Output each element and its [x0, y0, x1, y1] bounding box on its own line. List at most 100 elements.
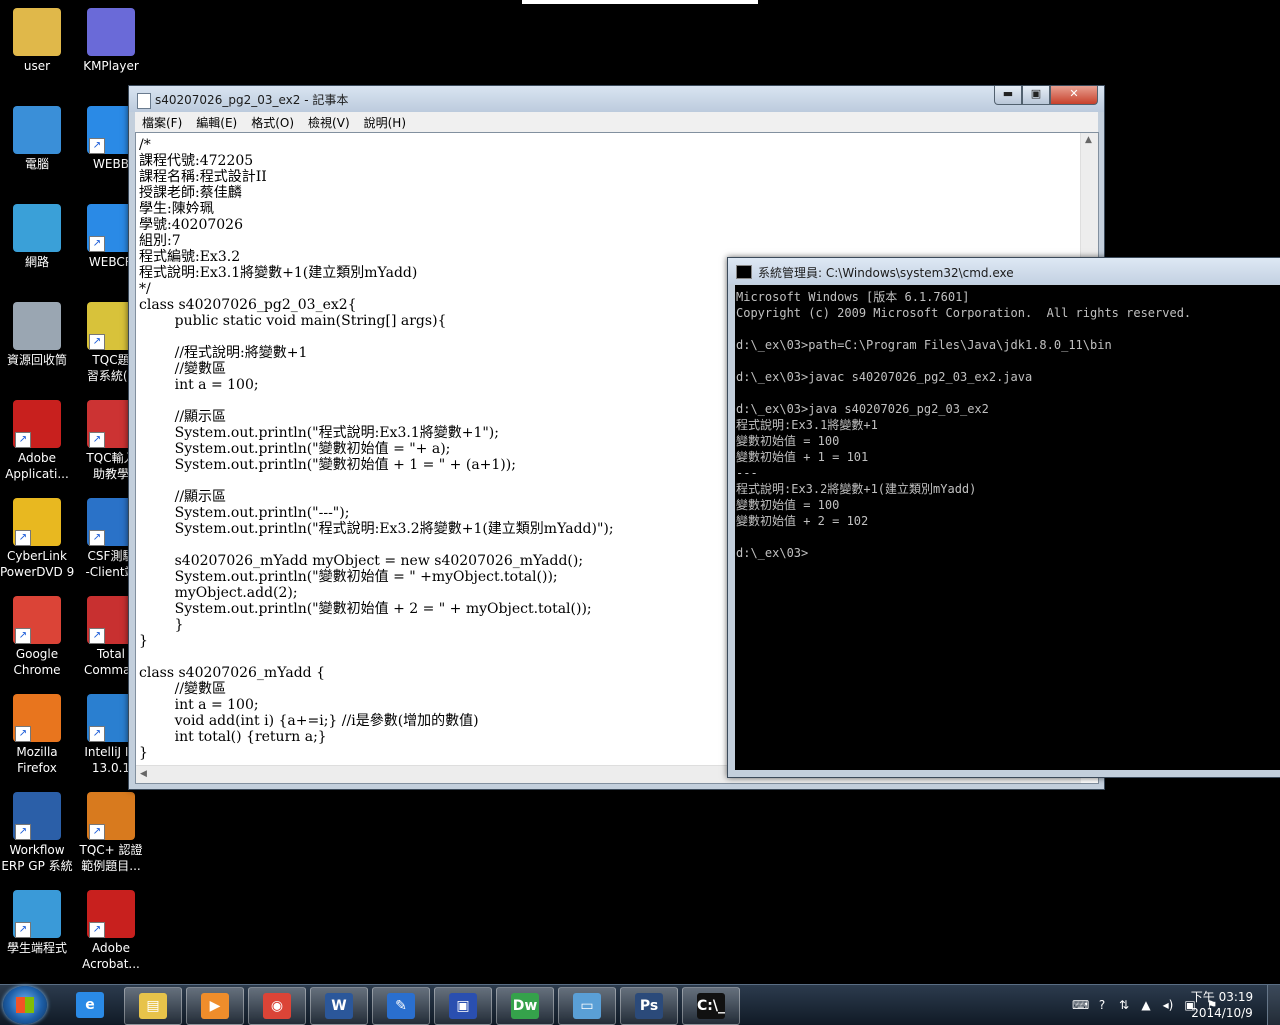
scroll-left-icon[interactable]: ◀: [140, 769, 147, 779]
student-client-icon: ↗: [13, 890, 61, 938]
shortcut-arrow-icon: ↗: [15, 628, 31, 644]
cmd-title: 系統管理員: C:\Windows\system32\cmd.exe: [758, 266, 1014, 280]
minimize-button[interactable]: ▬: [994, 86, 1022, 105]
photoshop-icon: Ps: [635, 993, 663, 1019]
taskbar-notepad-button[interactable]: ▭: [558, 987, 616, 1025]
desktop-icon-Mozilla[interactable]: ↗ Mozilla Firefox: [0, 694, 74, 776]
shortcut-arrow-icon: ↗: [15, 922, 31, 938]
menu-help[interactable]: 說明(H): [357, 114, 413, 131]
desktop-icon-label: 資源回收筒: [6, 353, 67, 367]
desktop-icon-label: 網路: [24, 255, 49, 269]
desktop-icon-label: 電腦: [24, 157, 49, 171]
desktop-icon-KMPlayer[interactable]: KMPlayer: [74, 8, 148, 74]
desktop-icon-user[interactable]: user: [0, 8, 74, 74]
taskbar-media-player-button[interactable]: ▶: [186, 987, 244, 1025]
close-button[interactable]: ✕: [1050, 86, 1098, 105]
scroll-up-icon[interactable]: ▲: [1085, 135, 1092, 145]
desktop-icon-label: Mozilla Firefox: [16, 745, 58, 775]
desktop-icon-label: user: [23, 59, 51, 73]
shortcut-arrow-icon: ↗: [89, 824, 105, 840]
desktop-icon-label: Adobe Applicati...: [5, 451, 69, 481]
taskbar-ie-button[interactable]: e: [62, 987, 118, 1023]
shortcut-arrow-icon: ↗: [15, 432, 31, 448]
chrome-icon: ◉: [263, 993, 291, 1019]
taskbar-save-tool-button[interactable]: ▣: [434, 987, 492, 1025]
desktop-icon-label: TQC+ 認證 範例題目...: [79, 843, 143, 873]
explorer-icon: ▤: [139, 993, 167, 1019]
network-icon: [13, 204, 61, 252]
taskbar-dreamweaver-button[interactable]: Dw: [496, 987, 554, 1025]
acrobat-icon: ↗: [87, 890, 135, 938]
ie-icon: e: [76, 992, 104, 1018]
cmd-icon: [736, 265, 752, 279]
shortcut-arrow-icon: ↗: [89, 334, 105, 350]
desktop-icon-label: Workflow ERP GP 系統: [1, 843, 73, 873]
desktop-icon-Adobe[interactable]: ↗ Adobe Applicati...: [0, 400, 74, 482]
cmd-window[interactable]: 系統管理員: C:\Windows\system32\cmd.exe Micro…: [727, 257, 1280, 778]
adobe-app-icon: ↗: [13, 400, 61, 448]
paint-icon: ✎: [387, 993, 415, 1019]
shortcut-arrow-icon: ↗: [15, 824, 31, 840]
desktop-icon-label: 學生端程式: [6, 941, 67, 955]
taskbar-paint-button[interactable]: ✎: [372, 987, 430, 1025]
shortcut-arrow-icon: ↗: [89, 628, 105, 644]
cmd-titlebar[interactable]: 系統管理員: C:\Windows\system32\cmd.exe: [728, 258, 1280, 284]
taskbar: e ▤ ▶ ◉ W ✎ ▣ Dw ▭ Ps C:\_ ⌨? ⇅ ▲ ◂) ▣ ⚑ 下午 03:19 2014/…: [0, 984, 1280, 1025]
workflow-gp-icon: ↗: [13, 792, 61, 840]
clock-date: 2014/10/9: [1191, 1006, 1253, 1020]
taskbar-word-button[interactable]: W: [310, 987, 368, 1025]
shortcut-arrow-icon: ↗: [15, 726, 31, 742]
notepad-icon: ▭: [573, 993, 601, 1019]
volume-icon[interactable]: ◂): [1160, 997, 1176, 1013]
shortcut-arrow-icon: ↗: [15, 530, 31, 546]
menu-edit[interactable]: 編輯(E): [189, 114, 244, 131]
taskbar-cmd-button[interactable]: C:\_: [682, 987, 740, 1025]
notepad-icon: [137, 93, 151, 109]
kmplayer-icon: [87, 8, 135, 56]
firefox-icon: ↗: [13, 694, 61, 742]
usb-icon[interactable]: ⇅: [1116, 997, 1132, 1013]
maximize-button[interactable]: ▣: [1022, 86, 1050, 105]
desktop-icon-Workflow[interactable]: ↗ Workflow ERP GP 系統: [0, 792, 74, 874]
shortcut-arrow-icon: ↗: [89, 726, 105, 742]
desktop-icon-網路[interactable]: 網路: [0, 204, 74, 270]
desktop-icon-label: Google Chrome: [13, 647, 61, 677]
keyboard-icon[interactable]: ⌨: [1072, 997, 1089, 1013]
powerdvd-icon: ↗: [13, 498, 61, 546]
desktop-icon-CyberLink[interactable]: ↗ CyberLink PowerDVD 9: [0, 498, 74, 580]
start-button[interactable]: [3, 986, 47, 1024]
dreamweaver-icon: Dw: [511, 993, 539, 1019]
show-desktop-button[interactable]: [1267, 985, 1280, 1025]
help-icon[interactable]: ?: [1094, 997, 1110, 1013]
desktop-icon-label: Adobe Acrobat...: [82, 941, 140, 971]
menu-view[interactable]: 檢視(V): [301, 114, 357, 131]
word-icon: W: [325, 993, 353, 1019]
taskbar-chrome-button[interactable]: ◉: [248, 987, 306, 1025]
shortcut-arrow-icon: ↗: [89, 138, 105, 154]
desktop-icon-TQC+-認證[interactable]: ↗ TQC+ 認證 範例題目...: [74, 792, 148, 874]
menu-file[interactable]: 檔案(F): [135, 114, 189, 131]
shortcut-arrow-icon: ↗: [89, 922, 105, 938]
chrome-icon: ↗: [13, 596, 61, 644]
desktop-icon-電腦[interactable]: 電腦: [0, 106, 74, 172]
clock[interactable]: 下午 03:19 2014/10/9: [1190, 989, 1254, 1021]
notepad-menubar: 檔案(F) 編輯(E) 格式(O) 檢視(V) 說明(H): [135, 112, 1098, 132]
desktop-icon-學生端程式[interactable]: ↗ 學生端程式: [0, 890, 74, 956]
taskbar-explorer-button[interactable]: ▤: [124, 987, 182, 1025]
cmd-console[interactable]: Microsoft Windows [版本 6.1.7601] Copyrigh…: [735, 285, 1280, 770]
menu-format[interactable]: 格式(O): [244, 114, 301, 131]
folder-user-icon: [13, 8, 61, 56]
cmd-output[interactable]: Microsoft Windows [版本 6.1.7601] Copyrigh…: [735, 285, 1280, 561]
desktop-icon-Adobe[interactable]: ↗ Adobe Acrobat...: [74, 890, 148, 972]
top-edge-window: [522, 0, 758, 4]
arrow-up-icon[interactable]: ▲: [1138, 997, 1154, 1013]
windows-logo-icon: [16, 997, 34, 1013]
shortcut-arrow-icon: ↗: [89, 432, 105, 448]
desktop-icon-label: KMPlayer: [83, 59, 139, 73]
desktop-icon-資源回收筒[interactable]: 資源回收筒: [0, 302, 74, 368]
desktop-icon-Google[interactable]: ↗ Google Chrome: [0, 596, 74, 678]
recycle-bin-icon: [13, 302, 61, 350]
notepad-titlebar[interactable]: s40207026_pg2_03_ex2 - 記事本 ▬ ▣ ✕: [129, 86, 1104, 112]
taskbar-photoshop-button[interactable]: Ps: [620, 987, 678, 1025]
shortcut-arrow-icon: ↗: [89, 236, 105, 252]
